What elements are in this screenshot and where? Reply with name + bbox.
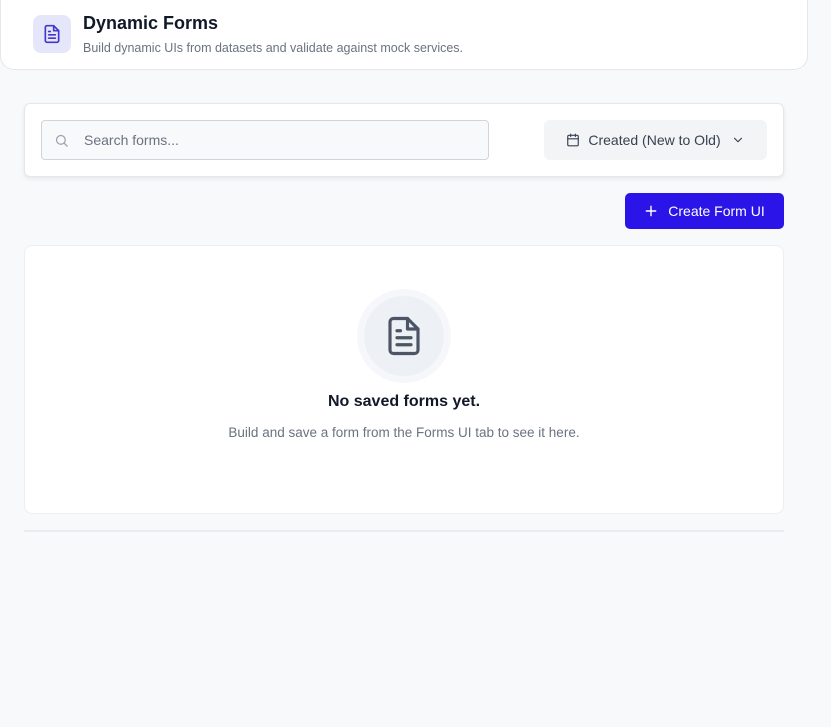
document-icon bbox=[33, 15, 71, 53]
empty-state-text: Build and save a form from the Forms UI … bbox=[228, 425, 580, 440]
page-title: Dynamic Forms bbox=[83, 13, 219, 33]
page-subtitle: Build dynamic UIs from datasets and vali… bbox=[83, 41, 464, 55]
create-form-label: Create Form UI bbox=[668, 203, 765, 219]
search-icon bbox=[54, 133, 69, 148]
sort-label: Created (New to Old) bbox=[588, 132, 721, 148]
search-box[interactable] bbox=[41, 120, 489, 160]
filter-toolbar: Created (New to Old) bbox=[24, 103, 784, 177]
empty-state-title: No saved forms yet. bbox=[327, 393, 481, 410]
empty-state-card: No saved forms yet. Build and save a for… bbox=[24, 245, 784, 514]
plus-icon bbox=[644, 204, 658, 218]
search-input[interactable] bbox=[82, 121, 482, 159]
calendar-icon bbox=[566, 133, 580, 147]
page-header: Dynamic Forms Build dynamic UIs from dat… bbox=[0, 0, 808, 70]
divider bbox=[24, 530, 784, 532]
chevron-down-icon bbox=[731, 133, 745, 147]
document-icon bbox=[364, 296, 444, 376]
create-form-button[interactable]: Create Form UI bbox=[625, 193, 784, 229]
sort-dropdown[interactable]: Created (New to Old) bbox=[544, 120, 767, 160]
